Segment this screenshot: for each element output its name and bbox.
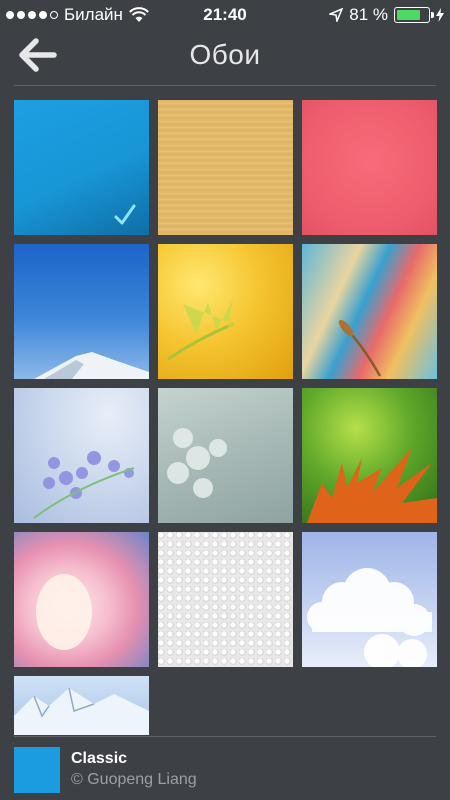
charging-bolt-icon	[436, 8, 444, 22]
selected-check-icon	[114, 204, 136, 225]
status-bar: Билайн 21:40 81 %	[0, 0, 450, 30]
wallpaper-tile-clouds[interactable]	[302, 532, 437, 667]
wallpaper-tile-white-pebbles[interactable]	[158, 532, 293, 667]
selected-wallpaper-swatch	[14, 747, 60, 793]
battery-percent: 81 %	[349, 5, 388, 24]
battery-icon	[394, 7, 434, 23]
header-divider	[14, 85, 436, 86]
wallpaper-tile-lilac-grey[interactable]	[158, 388, 293, 523]
wallpaper-tile-cocoon-pink[interactable]	[14, 532, 149, 667]
selected-wallpaper-name: Classic	[71, 750, 128, 767]
selected-wallpaper-footer: Classic © Guopeng Liang	[0, 737, 450, 800]
location-arrow-icon	[329, 8, 344, 22]
navigation-header: Обои	[0, 30, 450, 85]
status-right: 81 %	[329, 5, 444, 25]
battery-fill	[397, 10, 420, 20]
wallpaper-tile-yellow-fern[interactable]	[158, 244, 293, 379]
selected-wallpaper-copyright: © Guopeng Liang	[71, 771, 197, 788]
wallpaper-tile-prayer-flags-wheat[interactable]	[302, 244, 437, 379]
wallpaper-tile-lilac-blue[interactable]	[14, 388, 149, 523]
wallpaper-tile-autumn-leaves[interactable]	[302, 388, 437, 523]
wallpaper-tile-sand[interactable]	[158, 100, 293, 235]
wallpaper-tile-snow-mountains[interactable]	[14, 676, 149, 735]
wallpaper-tile-blue[interactable]	[14, 100, 149, 235]
wallpaper-tile-pink[interactable]	[302, 100, 437, 235]
page-title: Обои	[189, 39, 261, 70]
wallpaper-tile-mountain-sky[interactable]	[14, 244, 149, 379]
